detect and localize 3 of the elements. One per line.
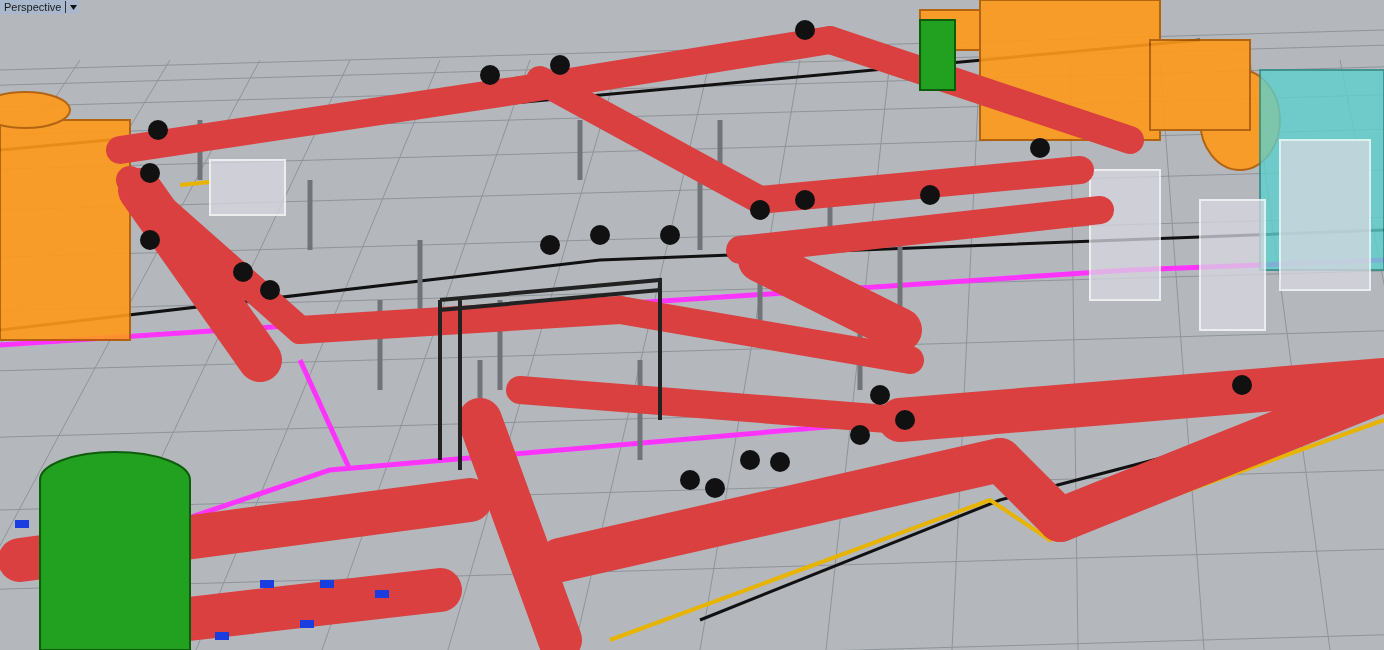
caret-icon[interactable] xyxy=(70,4,78,10)
viewport-title: Perspective xyxy=(4,0,62,14)
viewport-tab[interactable]: Perspective xyxy=(0,0,80,14)
